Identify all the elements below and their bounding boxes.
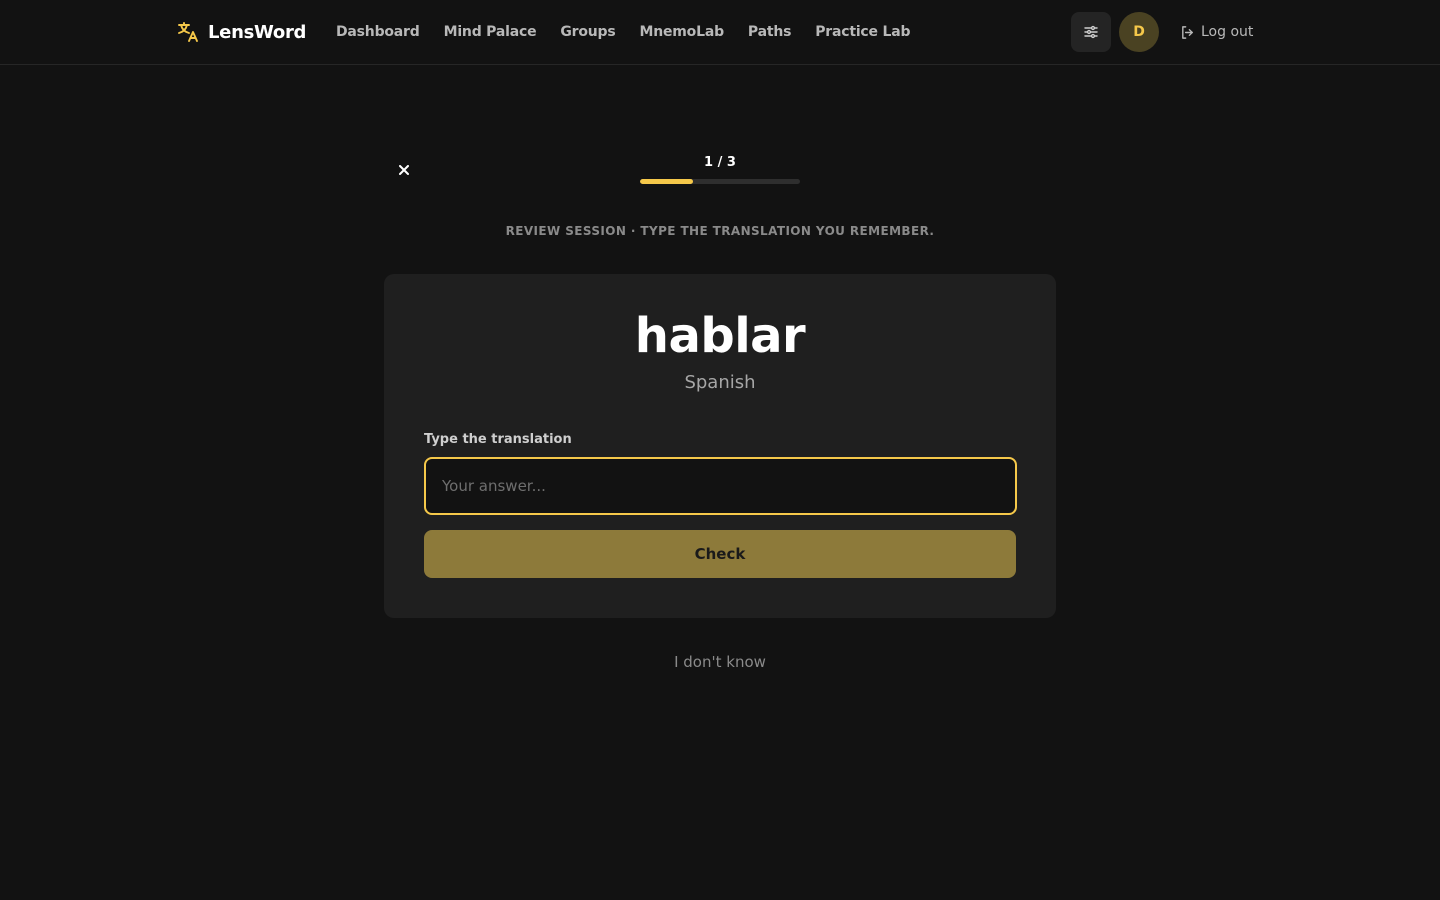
nav-item-groups[interactable]: Groups xyxy=(560,24,615,40)
answer-input[interactable] xyxy=(424,457,1017,515)
nav-item-paths[interactable]: Paths xyxy=(748,24,792,40)
progress-fill xyxy=(640,179,694,184)
review-card: hablar Spanish Type the translation Chec… xyxy=(384,274,1056,618)
brand-name: LensWord xyxy=(208,21,307,43)
nav-item-mind-palace[interactable]: Mind Palace xyxy=(444,24,537,40)
top-navigation-bar: LensWord Dashboard Mind Palace Groups Mn… xyxy=(0,0,1440,65)
translation-field-label: Type the translation xyxy=(424,432,572,447)
settings-button[interactable] xyxy=(1071,12,1111,52)
translate-icon xyxy=(178,22,198,42)
nav-item-dashboard[interactable]: Dashboard xyxy=(336,24,420,40)
user-avatar[interactable]: D xyxy=(1119,12,1159,52)
check-button[interactable]: Check xyxy=(424,530,1016,578)
session-progress: 1 / 3 xyxy=(640,155,800,187)
main-nav: Dashboard Mind Palace Groups MnemoLab Pa… xyxy=(336,20,910,44)
nav-item-practice-lab[interactable]: Practice Lab xyxy=(815,24,910,40)
progress-counter: 1 / 3 xyxy=(704,155,736,170)
logout-icon xyxy=(1182,25,1193,39)
sliders-icon xyxy=(1084,25,1098,39)
logout-label: Log out xyxy=(1201,24,1254,40)
prompt-language: Spanish xyxy=(684,372,756,393)
logout-button[interactable]: Log out xyxy=(1180,20,1253,44)
close-icon xyxy=(399,165,409,175)
dont-know-link[interactable]: I don't know xyxy=(620,648,820,676)
nav-item-mnemolab[interactable]: MnemoLab xyxy=(640,24,725,40)
progress-track xyxy=(640,179,800,184)
session-instructions: REVIEW SESSION · TYPE THE TRANSLATION YO… xyxy=(505,224,935,238)
prompt-word: hablar xyxy=(634,308,806,364)
close-session-button[interactable] xyxy=(394,160,414,180)
brand-logo[interactable]: LensWord xyxy=(176,18,306,46)
